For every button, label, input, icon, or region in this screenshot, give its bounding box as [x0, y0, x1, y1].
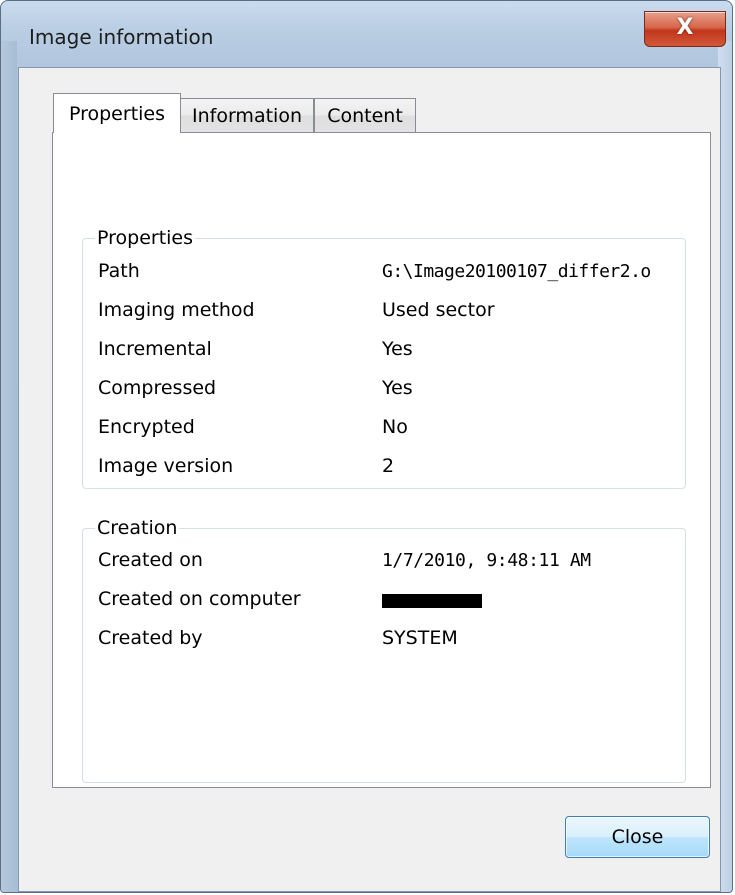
created-on-label: Created on: [98, 549, 203, 571]
close-button[interactable]: Close: [565, 816, 710, 858]
dialog-window: Image information X Properties Informati…: [0, 0, 733, 893]
close-icon: X: [676, 15, 694, 40]
encrypted-label: Encrypted: [98, 416, 195, 438]
tab-content[interactable]: Content: [314, 98, 416, 132]
tab-properties[interactable]: Properties: [53, 93, 181, 133]
dialog-client-area: Properties Information Content Propertie…: [18, 67, 721, 892]
window-title: Image information: [29, 25, 214, 49]
path-value[interactable]: G:\Image20100107_differ2.o: [382, 261, 669, 282]
imaging-method-value: Used sector: [382, 299, 495, 321]
tab-label: Content: [327, 104, 403, 127]
image-version-value: 2: [382, 455, 395, 477]
tab-information[interactable]: Information: [180, 98, 314, 132]
encrypted-value: No: [382, 416, 408, 438]
tab-panel-properties: Properties Path G:\Image20100107_differ2…: [52, 132, 711, 788]
redacted-computer-name: [382, 594, 482, 608]
tab-label: Information: [192, 104, 302, 127]
frame-left-border: [1, 41, 17, 892]
compressed-label: Compressed: [98, 377, 217, 399]
image-version-label: Image version: [98, 455, 234, 477]
properties-group-legend: Properties: [97, 227, 194, 249]
incremental-value: Yes: [382, 338, 413, 360]
compressed-value: Yes: [382, 377, 413, 399]
created-on-value: 1/7/2010, 9:48:11 AM: [382, 550, 591, 571]
path-label: Path: [98, 260, 140, 282]
created-by-label: Created by: [98, 627, 203, 649]
incremental-label: Incremental: [98, 338, 212, 360]
creation-group-legend: Creation: [97, 517, 178, 539]
imaging-method-label: Imaging method: [98, 299, 255, 321]
title-close-button[interactable]: X: [644, 11, 726, 47]
created-by-value: SYSTEM: [382, 627, 458, 649]
tab-label: Properties: [68, 102, 166, 125]
created-on-computer-label: Created on computer: [98, 588, 301, 610]
